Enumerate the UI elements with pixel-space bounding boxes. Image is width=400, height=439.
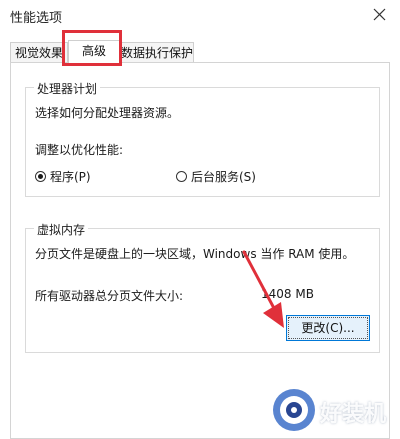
adjust-performance-label: 调整以优化性能: — [35, 143, 124, 157]
paging-file-description: 分页文件是硬盘上的一块区域，Windows 当作 RAM 使用。 — [35, 247, 355, 261]
virtual-memory-group-title: 虚拟内存 — [34, 221, 89, 238]
total-paging-size-value: 1408 MB — [261, 287, 314, 301]
radio-background-label: 后台服务(S) — [191, 170, 256, 184]
radio-background-services[interactable]: 后台服务(S) — [176, 168, 256, 185]
close-button[interactable] — [360, 0, 400, 30]
title-bar: 性能选项 — [0, 0, 400, 32]
performance-options-window: 性能选项 视觉效果 高级 数据执行保护 处理器计划 选择如何分配处理器资源。 调… — [0, 0, 400, 439]
tab-visual-effects[interactable]: 视觉效果 — [10, 42, 68, 62]
annotation-highlight-box — [62, 30, 122, 66]
change-button[interactable]: 更改(C)... — [286, 315, 370, 341]
close-icon — [373, 8, 386, 21]
radio-programs-label: 程序(P) — [50, 170, 91, 184]
processor-group-title: 处理器计划 — [34, 80, 101, 97]
watermark-logo-icon — [273, 389, 315, 431]
watermark: 好装机 — [270, 386, 395, 434]
window-title: 性能选项 — [10, 11, 63, 26]
radio-programs[interactable]: 程序(P) — [35, 168, 91, 185]
tab-panel-advanced: 处理器计划 选择如何分配处理器资源。 调整以优化性能: 程序(P) 后台服务(S… — [10, 62, 390, 439]
watermark-text: 好装机 — [320, 402, 387, 427]
processor-scheduling-group: 处理器计划 选择如何分配处理器资源。 调整以优化性能: 程序(P) 后台服务(S… — [25, 80, 380, 197]
radio-selected-icon — [35, 171, 46, 182]
tab-data-execution-prevention[interactable]: 数据执行保护 — [120, 42, 194, 62]
processor-description: 选择如何分配处理器资源。 — [35, 106, 180, 120]
radio-unselected-icon — [176, 171, 187, 182]
total-paging-size-label: 所有驱动器总分页文件大小: — [35, 289, 184, 303]
